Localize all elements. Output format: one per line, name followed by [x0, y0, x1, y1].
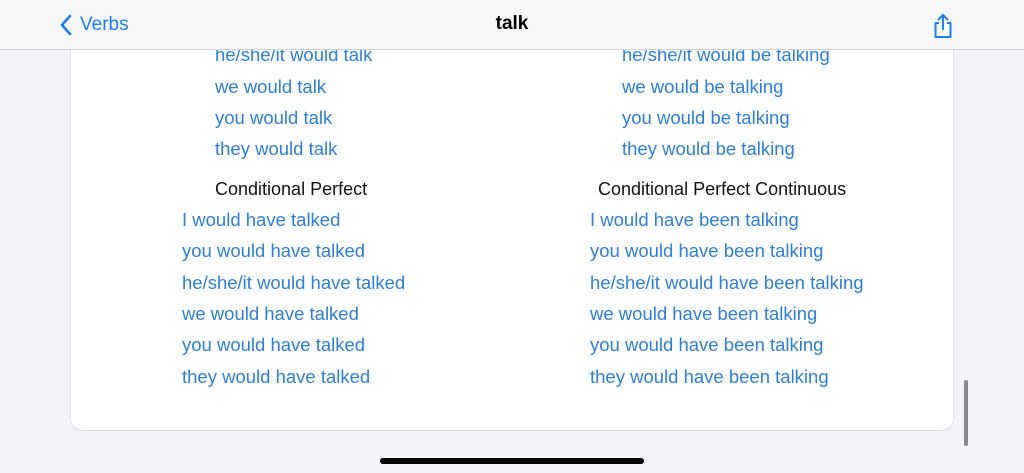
tense-heading: Conditional Perfect Continuous [598, 179, 847, 199]
form-line: they would have talked [182, 366, 371, 387]
form-line: I would have been talking [590, 209, 799, 230]
share-button[interactable] [931, 13, 955, 39]
form-line: they would have been talking [590, 366, 829, 387]
navigation-bar: Verbs talk [0, 0, 1024, 50]
form-line: we would be talking [622, 76, 784, 97]
form-line: you would have been talking [590, 334, 824, 355]
form-line: they would talk [215, 138, 338, 159]
form-line: I would have talked [182, 209, 341, 230]
form-line: you would have been talking [590, 240, 824, 261]
form-line: we would have talked [182, 303, 359, 324]
form-line: you would have talked [182, 334, 366, 355]
page-title: talk [495, 13, 529, 34]
tense-heading: Conditional Perfect [215, 179, 368, 199]
form-line: you would have talked [182, 240, 366, 261]
form-line: we would have been talking [590, 303, 818, 324]
form-line: they would be talking [622, 138, 795, 159]
form-line: you would be talking [622, 107, 790, 128]
form-line: you would talk [215, 107, 333, 128]
form-line: we would talk [215, 76, 327, 97]
home-indicator[interactable] [380, 458, 644, 464]
form-line: he/she/it would have talked [182, 272, 406, 293]
form-line: he/she/it would have been talking [590, 272, 864, 293]
share-icon [931, 14, 955, 43]
scrollbar[interactable] [964, 380, 968, 446]
